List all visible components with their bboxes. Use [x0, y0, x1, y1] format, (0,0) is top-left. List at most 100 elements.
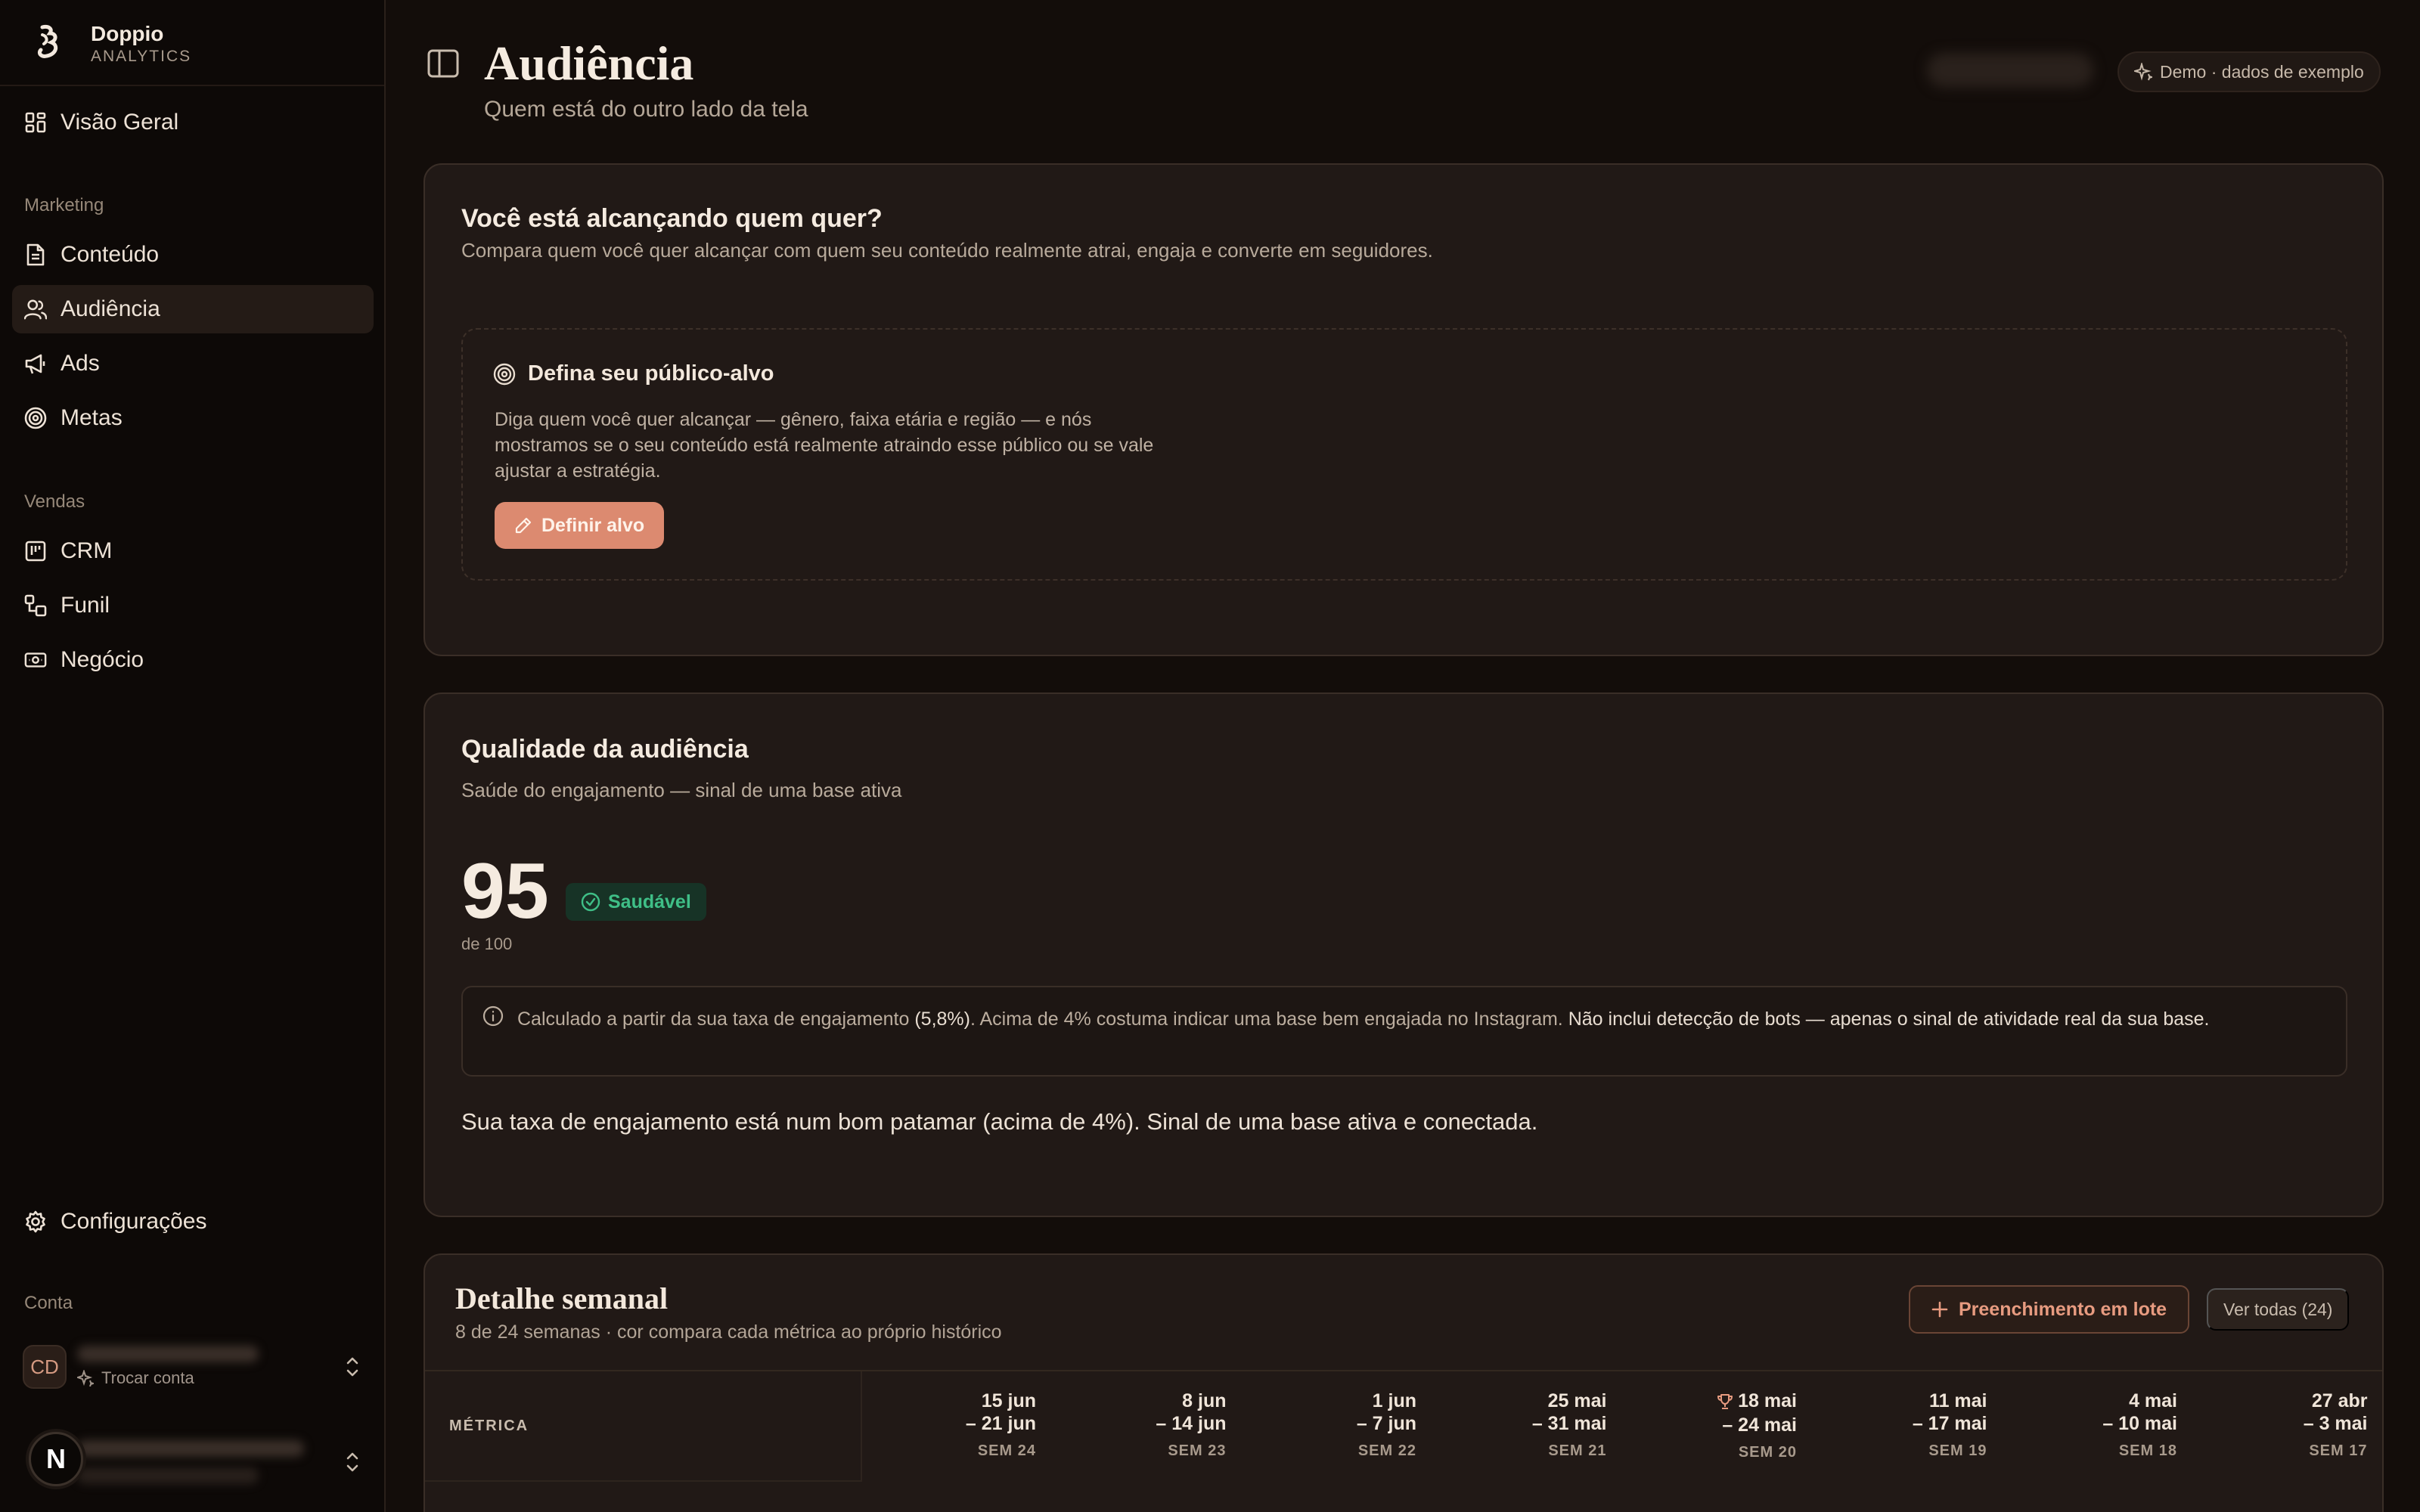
nav-item-funnel[interactable]: Funil — [12, 581, 374, 630]
week-number: SEM 19 — [1928, 1442, 1987, 1459]
nav-item-content[interactable]: Conteúdo — [12, 231, 374, 279]
switch-account-label: Trocar conta — [101, 1368, 194, 1387]
week-start-date: 1 jun — [1372, 1390, 1416, 1411]
week-end-date: – 3 mai — [2303, 1413, 2368, 1434]
account-avatar: CD — [23, 1345, 67, 1389]
demo-badge-label: Demo · dados de exemplo — [2160, 61, 2364, 82]
sparkle-icon — [2134, 63, 2152, 81]
week-number: SEM 23 — [1168, 1442, 1227, 1459]
brand-divider — [0, 85, 384, 86]
card-title: Você está alcançando quem quer? — [461, 204, 883, 233]
nav-label: Ads — [60, 351, 100, 376]
check-circle-icon — [581, 892, 600, 912]
info-text: Calculado a partir da sua taxa de engaja… — [517, 1004, 2317, 1034]
audience-quality-card: Qualidade da audiência Saúde do engajame… — [424, 692, 2384, 1217]
redacted-pill — [1927, 53, 2093, 88]
card-description: Saúde do engajamento — sinal de uma base… — [461, 779, 902, 801]
week-column-header[interactable]: 8 jun – 14 jun SEM 23 — [1060, 1390, 1227, 1460]
account-switcher[interactable]: CD Trocar conta — [23, 1337, 363, 1397]
week-column-header[interactable]: 18 mai – 24 mai SEM 20 — [1630, 1390, 1797, 1461]
sidebar: Doppio ANALYTICS Visão Geral Marketing C… — [0, 0, 386, 1512]
chevrons-updown-icon[interactable] — [342, 1448, 363, 1476]
nav-item-settings[interactable]: Configurações — [12, 1198, 374, 1246]
gear-icon — [24, 1210, 47, 1233]
user-name-redacted — [77, 1440, 304, 1457]
shapes-icon — [24, 594, 47, 617]
page-title: Audiência — [484, 36, 694, 90]
chevrons-updown-icon[interactable] — [342, 1353, 363, 1380]
target-box-text: Diga quem você quer alcançar — gênero, f… — [495, 409, 1154, 482]
nav-label: Metas — [60, 405, 123, 430]
account-section-label: Conta — [24, 1293, 73, 1313]
sparkle-icon — [77, 1370, 94, 1387]
week-end-date: – 14 jun — [1156, 1413, 1227, 1434]
nav-label: Configurações — [60, 1209, 207, 1234]
nav-label: Visão Geral — [60, 110, 179, 135]
nav-section-sales: Vendas — [24, 491, 85, 512]
weekly-subtitle: 8 de 24 semanas · cor compara cada métri… — [455, 1321, 1002, 1343]
card-title: Qualidade da audiência — [461, 735, 749, 764]
info-callout: Calculado a partir da sua taxa de engaja… — [461, 986, 2347, 1077]
weekly-table-header: MÉTRICA 15 jun – 21 jun SEM 24 8 jun – 14 ju… — [425, 1370, 2382, 1512]
view-all-weeks-button[interactable]: Ver todas (24) — [2207, 1288, 2350, 1331]
brand-subtitle: ANALYTICS — [91, 48, 192, 65]
week-end-date: – 10 mai — [2102, 1413, 2177, 1434]
nav-item-business[interactable]: Negócio — [12, 636, 374, 684]
switch-account-link[interactable]: Trocar conta — [77, 1368, 342, 1388]
week-number: SEM 18 — [2118, 1442, 2177, 1459]
week-column-header[interactable]: 4 mai – 10 mai SEM 18 — [2011, 1390, 2177, 1460]
week-column-header[interactable]: 15 jun – 21 jun SEM 24 — [870, 1390, 1036, 1460]
weekly-detail-card: Detalhe semanal 8 de 24 semanas · cor co… — [424, 1253, 2384, 1512]
nav-label: CRM — [60, 538, 113, 563]
page-subtitle: Quem está do outro lado da tela — [484, 97, 808, 122]
week-start-date: 18 mai — [1738, 1390, 1797, 1411]
target-icon — [24, 407, 47, 429]
info-text-part: Calculado a partir da sua taxa de engaja… — [517, 1009, 915, 1030]
nav-section-marketing: Marketing — [24, 195, 104, 215]
week-start-date: 4 mai — [2129, 1390, 2177, 1411]
brand-name: Doppio — [91, 22, 164, 45]
grid-icon — [24, 111, 47, 134]
batch-fill-label: Preenchimento em lote — [1959, 1298, 2167, 1320]
week-column-header[interactable]: 25 mai – 31 mai SEM 21 — [1441, 1390, 1607, 1460]
week-number: SEM 22 — [1357, 1442, 1416, 1459]
trophy-icon — [1717, 1393, 1733, 1414]
target-icon — [493, 363, 516, 386]
target-definition-box: Defina seu público-alvo Diga quem você q… — [461, 328, 2347, 581]
week-number: SEM 20 — [1738, 1444, 1797, 1461]
week-start-date: 15 jun — [981, 1390, 1036, 1411]
nav-item-overview[interactable]: Visão Geral — [12, 98, 374, 147]
week-start-date: 27 abr — [2311, 1390, 2368, 1411]
sidebar-toggle-icon[interactable] — [427, 47, 460, 80]
doppio-logo-icon — [24, 20, 73, 68]
brand[interactable]: Doppio ANALYTICS — [24, 17, 191, 71]
batch-fill-button[interactable]: Preenchimento em lote — [1909, 1285, 2190, 1334]
account-name-redacted — [77, 1346, 259, 1362]
define-target-label: Definir alvo — [541, 514, 645, 536]
nav-item-audience[interactable]: Audiência — [12, 285, 374, 333]
week-end-date: – 7 jun — [1356, 1413, 1416, 1434]
status-badge-label: Saudável — [608, 891, 691, 912]
target-box-title: Defina seu público-alvo — [528, 361, 774, 386]
week-column-header[interactable]: 1 jun – 7 jun SEM 22 — [1250, 1390, 1416, 1460]
define-target-button[interactable]: Definir alvo — [495, 502, 665, 549]
info-text-part: . Acima de 4% costuma indicar uma base b… — [970, 1009, 1568, 1030]
nav-label: Funil — [60, 593, 110, 618]
week-end-date: – 21 jun — [965, 1413, 1036, 1434]
week-column-header[interactable]: 27 abr – 3 mai SEM 17 — [2201, 1390, 2368, 1460]
nav-item-crm[interactable]: CRM — [12, 527, 374, 575]
nav-label: Negócio — [60, 647, 144, 672]
nav-item-ads[interactable]: Ads — [12, 339, 374, 388]
target-audience-card: Você está alcançando quem quer? Compara … — [424, 163, 2384, 656]
pencil-icon — [514, 516, 532, 534]
week-start-date: 25 mai — [1547, 1390, 1607, 1411]
week-number: SEM 24 — [977, 1442, 1036, 1459]
user-avatar[interactable]: N — [29, 1432, 83, 1486]
document-icon — [24, 243, 47, 266]
nav-item-goals[interactable]: Metas — [12, 394, 374, 442]
week-column-header[interactable]: 11 mai – 17 mai SEM 19 — [1821, 1390, 1987, 1460]
weekly-title: Detalhe semanal — [455, 1281, 669, 1315]
demo-badge: Demo · dados de exemplo — [2118, 51, 2381, 92]
week-number: SEM 17 — [2309, 1442, 2368, 1459]
nav-label: Conteúdo — [60, 242, 160, 267]
